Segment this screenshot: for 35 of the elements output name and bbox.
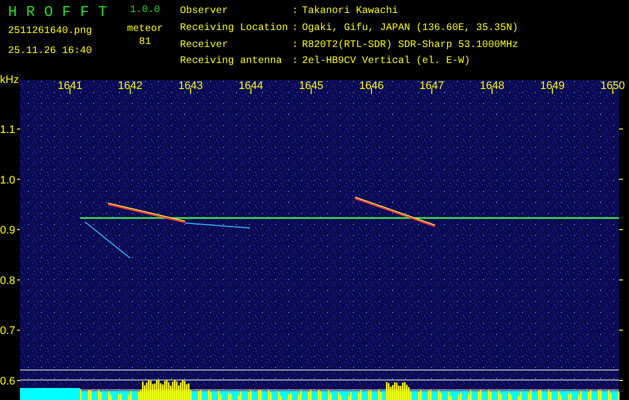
info-label: Receiver [180,38,230,52]
axis-label: 1642 [118,80,143,92]
separator: : [292,5,298,19]
axis-label: 1650 [600,80,625,92]
info-label: Receiving antenna [180,55,284,70]
axis-label: 1646 [359,80,384,92]
axis-label: 1.1 [0,124,16,136]
axis-label: 1.0 [0,174,16,186]
info-value: 2el-HB9CV Vertical (el. E-W) [302,55,472,70]
info-value: R820T2(RTL-SDR) SDR-Sharp 53.1000MHz [302,38,518,52]
info-label: Observer [180,5,230,19]
unit-label: kHz [0,74,19,86]
axis-label: 1647 [420,80,444,92]
info-label: Receiving Location [180,22,288,36]
app-title: H R O F F T [8,4,108,21]
date-time: 25.11.26 16:40 [8,45,94,58]
axis-label: 1641 [58,80,82,92]
separator: : [292,55,298,70]
axis-label: 1643 [178,80,203,92]
info-value: Ogaki, Gifu, JAPAN (136.60E, 35.35N) [302,22,518,36]
axis-label: 1645 [298,80,324,92]
axis-label: 1649 [540,80,565,92]
separator: : [292,38,298,52]
meteor-count: 81 [138,36,151,49]
version-label: 1.0.0 [130,4,160,17]
axis-label: 0.8 [0,274,16,287]
axis-label: 0.9 [0,224,16,237]
separator: : [292,22,298,36]
info-value: Takanori Kawachi [302,5,400,19]
axis-label: 1644 [238,80,264,92]
axis-label: 0.7 [0,325,16,338]
file-name: 2511261640.png [8,25,94,38]
axis-label: 0.6 [0,376,16,388]
count-label: meteor [126,23,163,36]
axis-label: 1648 [480,80,504,92]
